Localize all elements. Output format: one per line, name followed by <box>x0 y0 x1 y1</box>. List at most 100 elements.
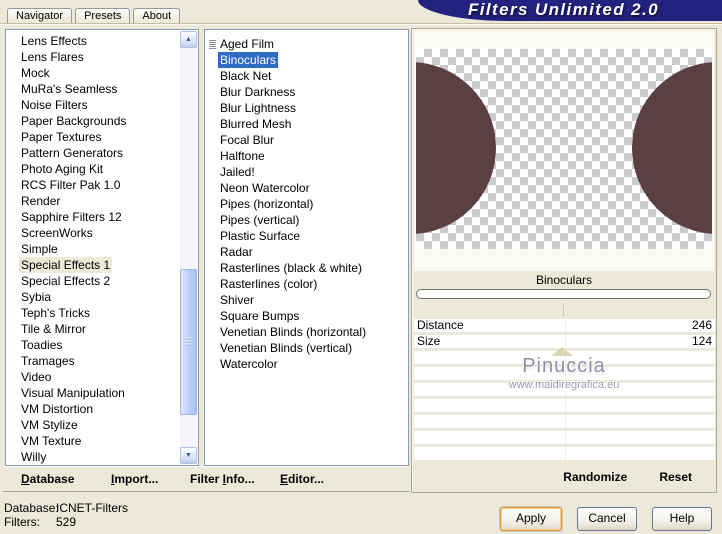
category-label: Special Effects 2 <box>21 274 111 288</box>
filter-list-item[interactable]: Pipes (vertical) <box>205 212 408 228</box>
status-database-value: ICNET-Filters <box>56 501 128 515</box>
category-label: Special Effects 1 <box>19 257 113 273</box>
scroll-down-icon[interactable]: ▼ <box>180 447 197 464</box>
filter-label: Rasterlines (black & white) <box>220 261 363 275</box>
filter-list-item[interactable]: Pipes (horizontal) <box>205 196 408 212</box>
filter-list-item[interactable]: Venetian Blinds (vertical) <box>205 340 408 356</box>
category-list-item[interactable]: Visual Manipulation <box>6 385 180 401</box>
category-list-item[interactable]: Render <box>6 193 180 209</box>
category-list-item[interactable]: VM Distortion <box>6 401 180 417</box>
parameter-slider-row[interactable] <box>414 399 715 412</box>
parameter-slider-row[interactable] <box>414 367 715 380</box>
filter-list-item[interactable]: Plastic Surface <box>205 228 408 244</box>
filter-list-item[interactable]: Halftone <box>205 148 408 164</box>
filter-list-item[interactable]: Black Net <box>205 68 408 84</box>
filter-list-item[interactable]: Square Bumps <box>205 308 408 324</box>
category-list-item[interactable]: Special Effects 1 <box>6 257 180 273</box>
category-list-item[interactable]: ScreenWorks <box>6 225 180 241</box>
category-label: Lens Flares <box>21 50 84 64</box>
filter-label: Binoculars <box>218 52 279 68</box>
category-label: Paper Backgrounds <box>21 114 127 128</box>
filter-list-item[interactable]: Neon Watercolor <box>205 180 408 196</box>
category-list-item[interactable]: Tile & Mirror <box>6 321 180 337</box>
category-list-item[interactable]: MuRa's Seamless <box>6 81 180 97</box>
category-label: ScreenWorks <box>21 226 93 240</box>
category-label: VM Stylize <box>21 418 78 432</box>
tab-bar: Navigator Presets About <box>7 2 181 23</box>
tab[interactable]: About <box>133 8 181 23</box>
tab[interactable]: Presets <box>75 8 131 23</box>
filter-label: Blurred Mesh <box>220 117 292 131</box>
category-list-item[interactable]: Photo Aging Kit <box>6 161 180 177</box>
filter-list-item[interactable]: Rasterlines (black & white) <box>205 260 408 276</box>
apply-button[interactable]: Apply <box>500 507 562 531</box>
category-list-item[interactable]: Pattern Generators <box>6 145 180 161</box>
category-list-item[interactable]: Noise Filters <box>6 97 180 113</box>
help-button[interactable]: Help <box>652 507 712 531</box>
import-button[interactable]: Import... <box>111 467 158 491</box>
filter-list-icon <box>209 40 216 49</box>
parameter-slider-row[interactable] <box>414 415 715 428</box>
filter-list-item[interactable]: Shiver <box>205 292 408 308</box>
filter-label: Halftone <box>220 149 265 163</box>
filter-list-item[interactable]: Watercolor <box>205 356 408 372</box>
filter-list-item[interactable]: Focal Blur <box>205 132 408 148</box>
parameter-label: Size <box>417 334 441 348</box>
filter-label: Focal Blur <box>220 133 275 147</box>
category-list-item[interactable]: Simple <box>6 241 180 257</box>
tab-strip-divider <box>0 23 722 25</box>
category-list-item[interactable]: Sybia <box>6 289 180 305</box>
cancel-button[interactable]: Cancel <box>577 507 637 531</box>
filter-list-item[interactable]: Blur Darkness <box>205 84 408 100</box>
filter-list-item[interactable]: Blur Lightness <box>205 100 408 116</box>
category-label: Pattern Generators <box>21 146 124 160</box>
filter-list-item[interactable]: Binoculars <box>205 52 408 68</box>
scrollbar-thumb[interactable] <box>180 269 197 415</box>
category-list-item[interactable]: VM Texture <box>6 433 180 449</box>
randomize-button[interactable]: Randomize <box>563 470 627 484</box>
filter-list-item[interactable]: Blurred Mesh <box>205 116 408 132</box>
category-list-item[interactable]: Toadies <box>6 337 180 353</box>
category-label: Toadies <box>21 338 63 352</box>
preview-binocular-right <box>632 62 712 234</box>
filter-label: Radar <box>220 245 253 259</box>
category-label: Render <box>21 194 61 208</box>
filter-list-item[interactable]: Rasterlines (color) <box>205 276 408 292</box>
slider-thumb-icon[interactable] <box>551 347 573 356</box>
category-list-item[interactable]: Teph's Tricks <box>6 305 180 321</box>
category-list-item[interactable]: Lens Flares <box>6 49 180 65</box>
category-list-item[interactable]: Paper Textures <box>6 129 180 145</box>
category-list-item[interactable]: Lens Effects <box>6 33 180 49</box>
tab[interactable]: Navigator <box>7 8 73 23</box>
category-list-item[interactable]: Special Effects 2 <box>6 273 180 289</box>
editor-button[interactable]: Editor... <box>280 467 324 491</box>
filter-list-item[interactable]: Jailed! <box>205 164 408 180</box>
category-label: Simple <box>21 242 58 256</box>
filter-list-item[interactable]: Aged Film <box>205 36 408 52</box>
scroll-up-icon[interactable]: ▲ <box>180 31 197 48</box>
category-list-item[interactable]: RCS Filter Pak 1.0 <box>6 177 180 193</box>
selected-filter-caption: Binoculars <box>535 273 593 287</box>
parameter-slider-row[interactable] <box>414 447 715 460</box>
category-list-item[interactable]: Sapphire Filters 12 <box>6 209 180 225</box>
category-list-item[interactable]: Paper Backgrounds <box>6 113 180 129</box>
filter-label: Black Net <box>220 69 272 83</box>
filter-list-item[interactable]: Venetian Blinds (horizontal) <box>205 324 408 340</box>
filter-label: Blur Darkness <box>220 85 296 99</box>
category-list-item[interactable]: Video <box>6 369 180 385</box>
reset-button[interactable]: Reset <box>659 470 692 484</box>
category-scrollbar[interactable]: ▲ ▼ <box>180 31 197 464</box>
category-list-item[interactable]: Willy <box>6 449 180 465</box>
category-list-item[interactable]: Tramages <box>6 353 180 369</box>
parameter-slider-row[interactable] <box>414 383 715 396</box>
parameter-slider-row[interactable] <box>414 431 715 444</box>
parameter-slider-row[interactable]: Distance 246 <box>414 319 715 332</box>
database-button[interactable]: Database <box>21 467 74 491</box>
category-list: Lens Effects Lens Flares Mock MuRa's Sea… <box>6 30 198 465</box>
filter-label: Aged Film <box>220 37 275 51</box>
category-list-item[interactable]: VM Stylize <box>6 417 180 433</box>
filter-list-item[interactable]: Radar <box>205 244 408 260</box>
category-list-item[interactable]: Mock <box>6 65 180 81</box>
filter-info-button[interactable]: Filter Info... <box>190 467 255 491</box>
preview-panel: Binoculars Distance 246 Size 124 Pinucci… <box>411 28 717 493</box>
